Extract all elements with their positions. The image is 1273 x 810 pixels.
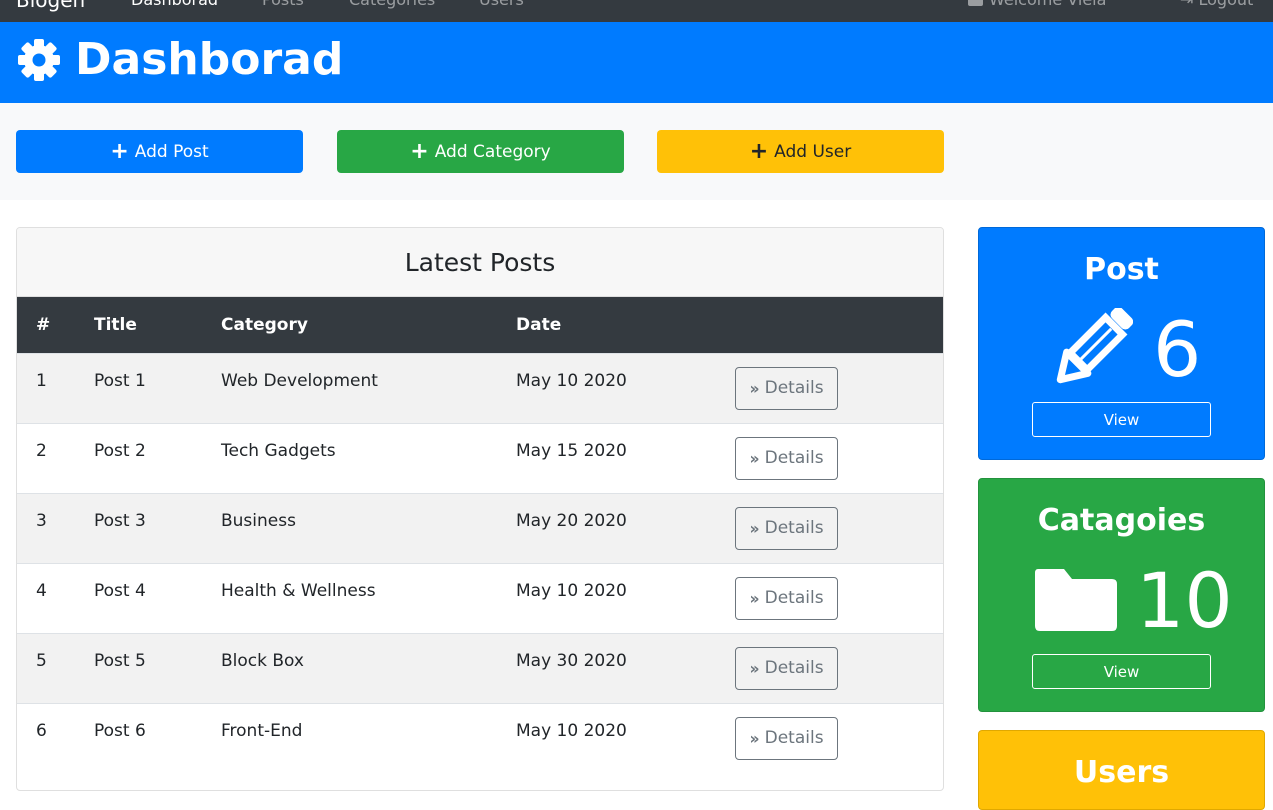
column-header-title: Title <box>94 314 137 335</box>
post-date: May 10 2020 <box>516 720 627 741</box>
double-chevron-right-icon: ›› <box>749 658 759 678</box>
users-stat-title: Users <box>1073 755 1170 790</box>
users-stat-card: Users <box>978 730 1265 810</box>
table-header-row: # Title Category Date <box>17 297 943 353</box>
post-title: Post 3 <box>94 510 146 531</box>
posts-table: # Title Category Date 1 Post 1 Web Devel… <box>17 297 943 773</box>
categories-count: 10 <box>1136 556 1233 645</box>
details-label: Details <box>764 588 824 608</box>
latest-posts-card: Latest Posts # Title Category Date 1 Pos… <box>16 227 944 791</box>
post-date: May 15 2020 <box>516 440 627 461</box>
posts-stat-card: Post 6 View <box>978 227 1265 460</box>
gear-icon <box>18 39 60 81</box>
actions-bar: + Add Post + Add Category + Add User <box>0 103 1273 200</box>
column-header-number: # <box>36 314 51 335</box>
post-date: May 20 2020 <box>516 510 627 531</box>
post-category: Web Development <box>221 370 378 391</box>
nav-item-dashboard[interactable]: Dashborad <box>131 0 218 9</box>
details-button[interactable]: ›› Details <box>735 506 838 550</box>
details-button[interactable]: ›› Details <box>735 716 838 760</box>
post-category: Block Box <box>221 650 304 671</box>
post-title: Post 1 <box>94 370 146 391</box>
categories-stat-title: Catagoies <box>1037 503 1206 538</box>
logout-label: Logout <box>1199 0 1254 9</box>
page-title: Dashborad <box>75 34 344 85</box>
post-title: Post 4 <box>94 580 146 601</box>
add-user-button[interactable]: + Add User <box>657 130 944 173</box>
post-number: 3 <box>36 510 47 531</box>
brand-logo[interactable]: Blogen <box>16 0 85 12</box>
column-header-date: Date <box>516 314 562 335</box>
details-button[interactable]: ›› Details <box>735 646 838 690</box>
plus-icon: + <box>410 138 429 164</box>
logout-icon: ⇥ <box>1180 0 1199 9</box>
post-date: May 10 2020 <box>516 580 627 601</box>
nav-item-welcome[interactable]: Welcome Viela <box>968 0 1106 9</box>
details-label: Details <box>764 378 824 398</box>
column-header-category: Category <box>221 314 308 335</box>
page-header: Dashborad <box>0 22 1273 103</box>
posts-stat-title: Post <box>1084 252 1159 287</box>
details-button[interactable]: ›› Details <box>735 436 838 480</box>
double-chevron-right-icon: ›› <box>749 588 759 608</box>
post-category: Business <box>221 510 296 531</box>
post-number: 6 <box>36 720 47 741</box>
post-number: 2 <box>36 440 47 461</box>
add-category-button[interactable]: + Add Category <box>337 130 624 173</box>
details-button[interactable]: ›› Details <box>735 366 838 410</box>
categories-stat-card: Catagoies 10 View <box>978 478 1265 712</box>
post-title: Post 6 <box>94 720 146 741</box>
user-icon <box>968 0 983 6</box>
post-category: Tech Gadgets <box>221 440 336 461</box>
folder-icon <box>1035 569 1117 631</box>
add-post-label: Add Post <box>134 141 209 162</box>
plus-icon: + <box>110 138 129 164</box>
add-user-label: Add User <box>774 141 852 162</box>
details-label: Details <box>764 658 824 678</box>
nav-item-categories[interactable]: Categories <box>349 0 435 9</box>
table-row: 1 Post 1 Web Development May 10 2020 ›› D… <box>17 353 943 423</box>
add-category-label: Add Category <box>434 141 551 162</box>
post-category: Health & Wellness <box>221 580 376 601</box>
post-number: 4 <box>36 580 47 601</box>
post-title: Post 2 <box>94 440 146 461</box>
latest-posts-title: Latest Posts <box>17 228 943 297</box>
pencil-icon <box>1056 308 1133 384</box>
posts-count: 6 <box>1153 305 1202 394</box>
table-row: 3 Post 3 Business May 20 2020 ›› Details <box>17 493 943 563</box>
view-categories-button[interactable]: View <box>1032 654 1211 689</box>
double-chevron-right-icon: ›› <box>749 378 759 398</box>
table-row: 6 Post 6 Front-End May 10 2020 ›› Details <box>17 703 943 773</box>
welcome-label: Welcome Viela <box>989 0 1106 9</box>
nav-item-users[interactable]: Users <box>479 0 524 9</box>
post-category: Front-End <box>221 720 303 741</box>
details-label: Details <box>764 728 824 748</box>
nav-item-logout[interactable]: ⇥ Logout <box>1180 0 1253 9</box>
nav-item-posts[interactable]: Posts <box>262 0 304 9</box>
table-row: 4 Post 4 Health & Wellness May 10 2020 ›… <box>17 563 943 633</box>
details-button[interactable]: ›› Details <box>735 576 838 620</box>
post-number: 5 <box>36 650 47 671</box>
plus-icon: + <box>749 138 769 164</box>
table-row: 2 Post 2 Tech Gadgets May 15 2020 ›› Deta… <box>17 423 943 493</box>
details-label: Details <box>764 448 824 468</box>
table-row: 5 Post 5 Block Box May 30 2020 ›› Details <box>17 633 943 703</box>
double-chevron-right-icon: ›› <box>749 728 759 748</box>
add-post-button[interactable]: + Add Post <box>16 130 303 173</box>
view-posts-button[interactable]: View <box>1032 402 1211 437</box>
double-chevron-right-icon: ›› <box>749 518 759 538</box>
post-number: 1 <box>36 370 47 391</box>
post-date: May 10 2020 <box>516 370 627 391</box>
top-navbar: Blogen Dashborad Posts Categories Users … <box>0 0 1273 22</box>
column-header-action <box>735 297 943 353</box>
post-date: May 30 2020 <box>516 650 627 671</box>
post-title: Post 5 <box>94 650 146 671</box>
double-chevron-right-icon: ›› <box>749 448 759 468</box>
details-label: Details <box>764 518 824 538</box>
